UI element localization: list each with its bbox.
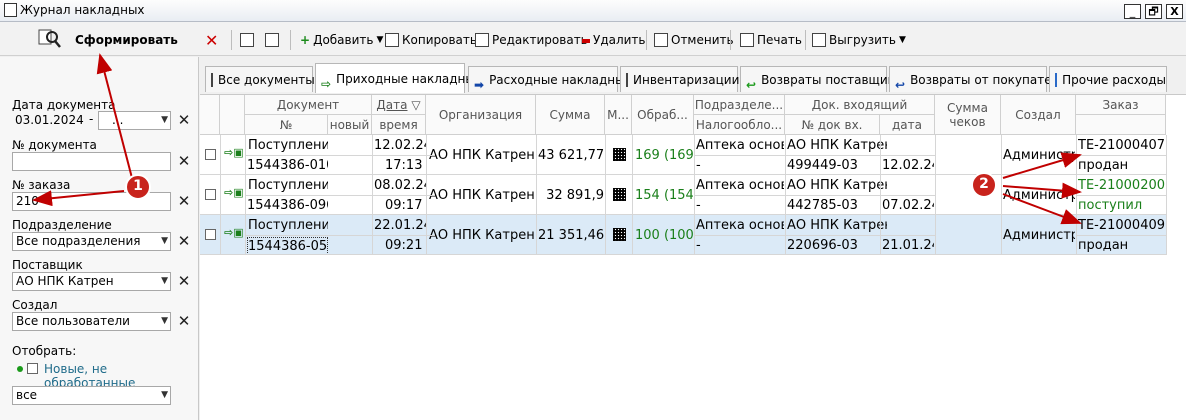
arrow-1-up — [96, 53, 133, 179]
marker-1-label: 1 — [133, 178, 143, 194]
marker-2-label: 2 — [979, 176, 989, 192]
arrow-1-left — [32, 190, 125, 207]
arrow-2-down — [1002, 193, 1082, 225]
arrow-2-mid — [1002, 182, 1082, 199]
arrow-2-up — [1002, 152, 1082, 179]
annotation-overlay — [32, 53, 1082, 225]
